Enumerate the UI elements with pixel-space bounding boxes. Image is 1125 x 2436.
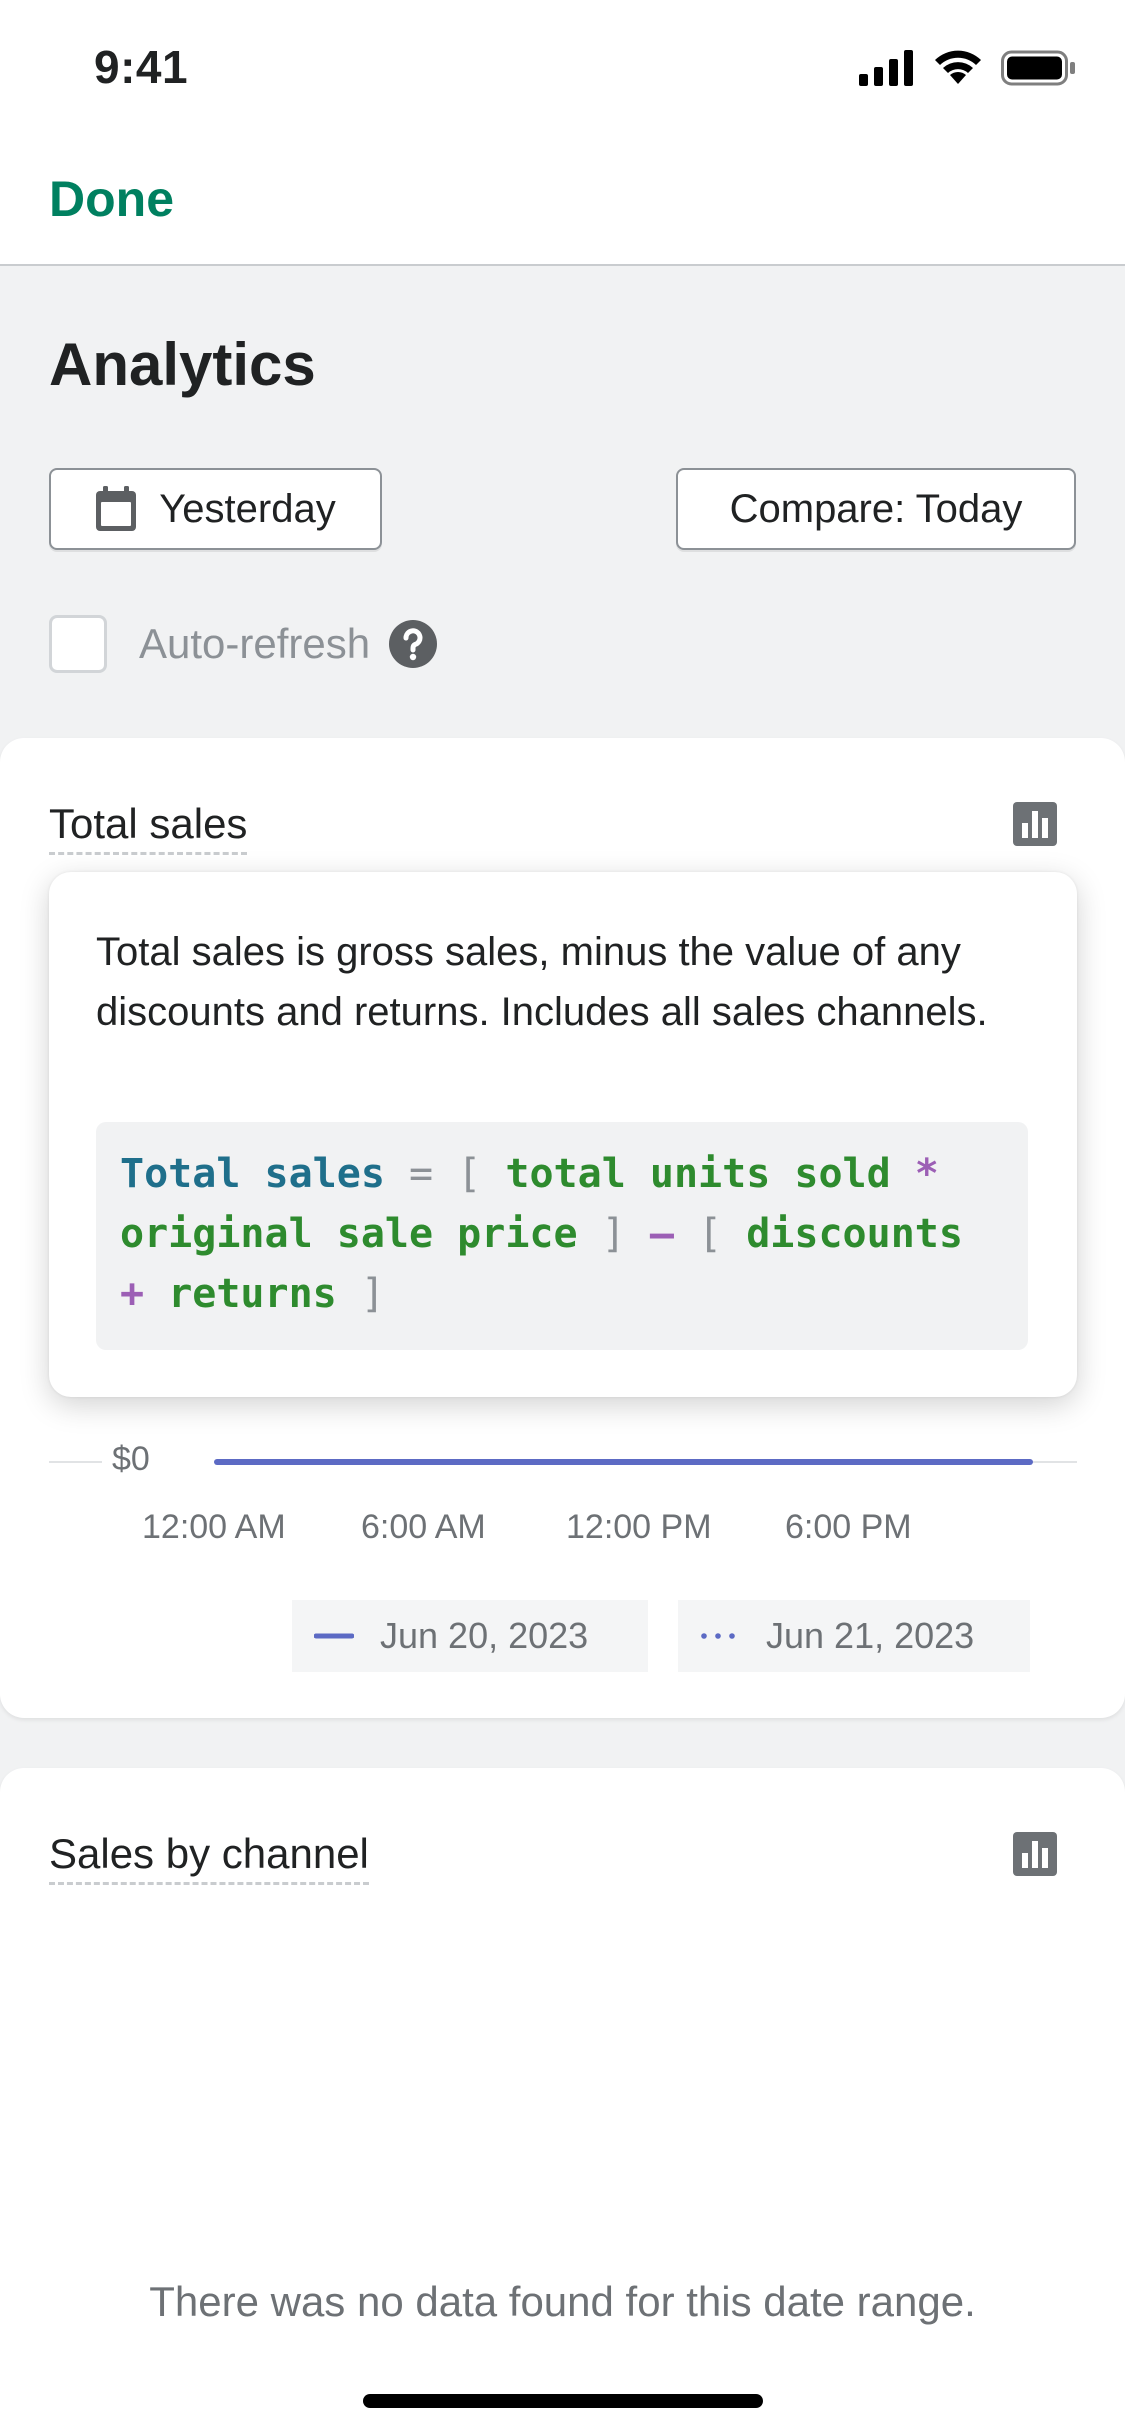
done-button[interactable]: Done	[49, 170, 174, 228]
formula-operator: +	[120, 1271, 145, 1317]
legend-item-jun-20[interactable]: Jun 20, 2023	[292, 1600, 648, 1672]
bar-chart-icon[interactable]	[1013, 802, 1057, 846]
formula-term: original sale price	[120, 1211, 578, 1257]
total-sales-title[interactable]: Total sales	[49, 800, 248, 855]
formula-bracket: ]	[360, 1271, 385, 1317]
home-indicator[interactable]	[363, 2394, 763, 2408]
legend-label: Jun 21, 2023	[766, 1615, 975, 1656]
y-axis-label: $0	[112, 1440, 150, 1478]
date-range-label: Yesterday	[159, 486, 336, 531]
analytics-screen: 9:41 Done Analytics Yesterday Compare: T…	[0, 0, 1125, 2436]
formula-term: Total sales	[120, 1151, 385, 1197]
formula-term: discounts	[746, 1211, 963, 1257]
date-range-button[interactable]: Yesterday	[49, 468, 382, 550]
autorefresh-label: Auto-refresh	[139, 620, 371, 667]
legend-dotted-line-icon	[701, 1633, 735, 1639]
status-bar: 9:41	[0, 0, 1125, 140]
status-time: 9:41	[94, 41, 189, 93]
formula-operator: =	[409, 1151, 434, 1197]
total-sales-tooltip: Total sales is gross sales, minus the va…	[49, 872, 1077, 1397]
sales-by-channel-title[interactable]: Sales by channel	[49, 1830, 369, 1885]
legend-item-jun-21[interactable]: Jun 21, 2023	[678, 1600, 1030, 1672]
formula-term: total units sold	[505, 1151, 891, 1197]
help-icon[interactable]	[388, 619, 438, 669]
wifi-icon	[935, 50, 981, 84]
formula-box: Total sales = [ total units sold * origi…	[96, 1122, 1028, 1350]
calendar-icon	[96, 486, 137, 531]
formula-operator: *	[914, 1151, 939, 1197]
x-axis-label: 6:00 AM	[361, 1508, 486, 1546]
legend-label: Jun 20, 2023	[380, 1615, 589, 1656]
x-axis-label: 12:00 AM	[142, 1508, 286, 1546]
formula-bracket: [	[457, 1151, 482, 1197]
formula-bracket: ]	[601, 1211, 626, 1257]
page-title: Analytics	[49, 331, 316, 398]
empty-state-message: There was no data found for this date ra…	[149, 2278, 976, 2325]
autorefresh-checkbox[interactable]	[49, 615, 107, 673]
cellular-signal-icon	[859, 50, 913, 86]
formula-bracket: [	[698, 1211, 723, 1257]
autorefresh-row: Auto-refresh	[49, 614, 438, 674]
status-icons	[859, 50, 1077, 86]
navigation-bar: Done	[0, 140, 1125, 266]
battery-icon	[1001, 50, 1075, 86]
compare-button[interactable]: Compare: Today	[676, 468, 1076, 550]
bar-chart-icon[interactable]	[1013, 1832, 1057, 1876]
tooltip-description: Total sales is gross sales, minus the va…	[96, 930, 988, 1034]
formula-term: returns	[168, 1271, 337, 1317]
legend-solid-line-icon	[314, 1633, 354, 1639]
compare-label: Compare: Today	[729, 486, 1023, 531]
x-axis-label: 6:00 PM	[785, 1508, 912, 1546]
x-axis-label: 12:00 PM	[566, 1508, 712, 1546]
formula-operator: –	[649, 1211, 674, 1257]
